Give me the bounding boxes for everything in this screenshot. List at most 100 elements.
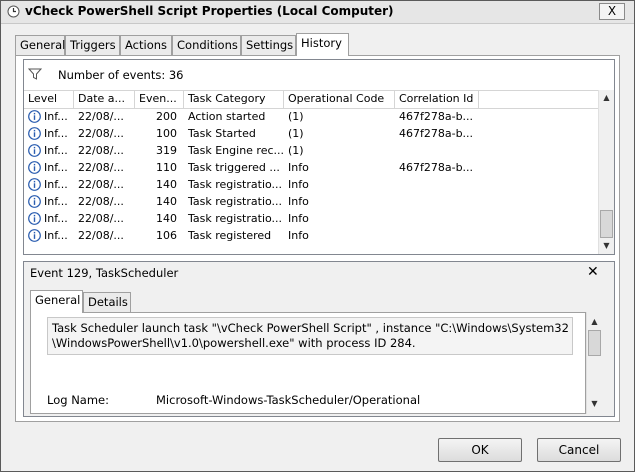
event-row[interactable]: Inf... 22/08/... 106 Task registered Inf… — [24, 227, 598, 244]
cell-level: Inf... — [44, 110, 68, 123]
cell-date: 22/08/... — [78, 144, 124, 157]
cell-level: Inf... — [44, 161, 68, 174]
cell-correlation — [395, 227, 495, 244]
filter-icon[interactable] — [28, 68, 42, 80]
cell-event: 140 — [156, 212, 177, 225]
cell-event: 140 — [156, 178, 177, 191]
cell-date: 22/08/... — [78, 110, 124, 123]
cell-category: Action started — [188, 110, 266, 123]
cell-event: 100 — [156, 127, 177, 140]
scroll-up-icon[interactable]: ▲ — [599, 90, 614, 106]
event-row[interactable]: Inf... 22/08/... 140 Task registratio...… — [24, 193, 598, 210]
cell-event: 110 — [156, 161, 177, 174]
cell-opcode: Info — [288, 178, 309, 191]
event-row[interactable]: Inf... 22/08/... 319 Task Engine rec... … — [24, 142, 598, 159]
column-header-event[interactable]: Even... — [135, 91, 184, 108]
cell-correlation: 467f278a-b... — [399, 127, 474, 140]
column-header-level[interactable]: Level — [24, 91, 74, 108]
detail-general-panel: Task Scheduler launch task "\vCheck Powe… — [30, 312, 586, 414]
message-line-2: \WindowsPowerShell\v1.0\powershell.exe" … — [52, 336, 416, 350]
event-row[interactable]: Inf... 22/08/... 140 Task registratio...… — [24, 176, 598, 193]
cell-opcode: (1) — [288, 110, 304, 123]
cell-event: 200 — [156, 110, 177, 123]
scroll-down-icon[interactable]: ▼ — [587, 396, 602, 412]
cell-date: 22/08/... — [78, 161, 124, 174]
close-icon[interactable]: ✕ — [587, 264, 599, 280]
events-grid: Level Date a... Even... Task Category Op… — [24, 90, 598, 254]
event-row[interactable]: Inf... 22/08/... 100 Task Started (1) 46… — [24, 125, 598, 142]
events-scrollbar[interactable]: ▲ ▼ — [598, 90, 614, 254]
cell-event: 106 — [156, 229, 177, 242]
tab-actions[interactable]: Actions — [120, 35, 172, 55]
tab-settings[interactable]: Settings — [241, 35, 296, 55]
window-title: vCheck PowerShell Script Properties (Loc… — [25, 4, 394, 18]
task-clock-icon — [7, 5, 20, 18]
event-row[interactable]: Inf... 22/08/... 110 Task triggered ... … — [24, 159, 598, 176]
ok-button[interactable]: OK — [438, 438, 522, 462]
cell-opcode: (1) — [288, 144, 304, 157]
column-header-opcode[interactable]: Operational Code — [284, 91, 395, 108]
window-close-button[interactable]: X — [599, 3, 625, 20]
cell-level: Inf... — [44, 229, 68, 242]
event-message[interactable]: Task Scheduler launch task "\vCheck Powe… — [47, 317, 573, 355]
cell-correlation — [395, 176, 495, 193]
cell-opcode: Info — [288, 212, 309, 225]
scroll-down-icon[interactable]: ▼ — [599, 238, 614, 254]
title-bar: vCheck PowerShell Script Properties (Loc… — [1, 1, 634, 24]
event-row[interactable]: Inf... 22/08/... 200 Action started (1) … — [24, 108, 598, 125]
cell-category: Task registratio... — [188, 212, 283, 225]
detail-scrollbar[interactable]: ▲ ▼ — [586, 312, 602, 414]
cell-opcode: Info — [288, 195, 309, 208]
cell-level: Inf... — [44, 195, 68, 208]
column-header-category[interactable]: Task Category — [184, 91, 284, 108]
cell-date: 22/08/... — [78, 127, 124, 140]
detail-title: Event 129, TaskScheduler — [30, 266, 179, 280]
cell-event: 319 — [156, 144, 177, 157]
cell-opcode: Info — [288, 229, 309, 242]
events-list: Number of events: 36 Level Date a... Eve… — [23, 59, 615, 255]
log-name-value: Microsoft-Windows-TaskScheduler/Operatio… — [156, 393, 421, 407]
cell-level: Inf... — [44, 212, 68, 225]
tab-general[interactable]: General — [15, 35, 65, 55]
tab-triggers[interactable]: Triggers — [65, 35, 120, 55]
cell-level: Inf... — [44, 178, 68, 191]
scroll-thumb[interactable] — [588, 330, 601, 356]
cell-opcode: (1) — [288, 127, 304, 140]
cell-category: Task registratio... — [188, 195, 283, 208]
cell-correlation: 467f278a-b... — [399, 110, 474, 123]
column-header-correlation[interactable]: Correlation Id — [395, 91, 479, 108]
cell-level: Inf... — [44, 127, 68, 140]
cell-opcode: Info — [288, 161, 309, 174]
event-detail-panel: Event 129, TaskScheduler ✕ General Detai… — [23, 261, 615, 417]
tab-history[interactable]: History — [296, 33, 349, 56]
event-row[interactable]: Inf... 22/08/... 140 Task registratio...… — [24, 210, 598, 227]
grid-header: Level Date a... Even... Task Category Op… — [24, 90, 598, 109]
tab-conditions[interactable]: Conditions — [172, 35, 241, 55]
cell-date: 22/08/... — [78, 229, 124, 242]
cell-event: 140 — [156, 195, 177, 208]
cell-correlation: 467f278a-b... — [399, 161, 474, 174]
cell-correlation — [395, 193, 495, 210]
detail-tab-general[interactable]: General — [30, 290, 83, 313]
properties-window: vCheck PowerShell Script Properties (Loc… — [0, 0, 635, 472]
cell-category: Task registered — [188, 229, 272, 242]
column-header-date[interactable]: Date a... — [74, 91, 135, 108]
event-count: Number of events: 36 — [58, 68, 184, 82]
cell-category: Task Started — [188, 127, 256, 140]
cell-date: 22/08/... — [78, 178, 124, 191]
filter-bar: Number of events: 36 — [24, 60, 614, 90]
cancel-button[interactable]: Cancel — [537, 438, 621, 462]
cell-category: Task Engine rec... — [188, 144, 284, 157]
cell-category: Task triggered ... — [188, 161, 280, 174]
detail-tab-details[interactable]: Details — [83, 292, 131, 312]
cell-category: Task registratio... — [188, 178, 283, 191]
cell-correlation — [395, 210, 495, 227]
log-name-label: Log Name: — [47, 393, 109, 407]
cell-level: Inf... — [44, 144, 68, 157]
cell-date: 22/08/... — [78, 195, 124, 208]
scroll-thumb[interactable] — [600, 210, 613, 238]
scroll-up-icon[interactable]: ▲ — [587, 314, 602, 330]
message-line-1: Task Scheduler launch task "\vCheck Powe… — [52, 321, 569, 335]
cell-correlation — [395, 142, 495, 159]
cell-date: 22/08/... — [78, 212, 124, 225]
